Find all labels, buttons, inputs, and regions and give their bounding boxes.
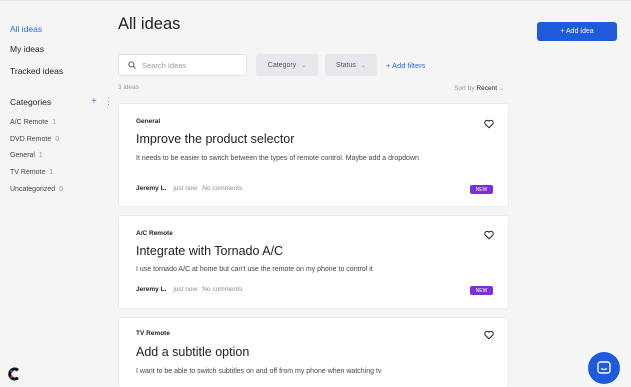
categories-heading: Categories [10,97,52,107]
idea-title[interactable]: Add a subtitle option [136,345,249,359]
sidebar-item-tracked-ideas[interactable]: Tracked ideas [10,66,63,76]
category-item[interactable]: Uncategorized 0 [10,186,63,193]
chevron-down-icon: ⌄ [360,62,366,69]
chat-button[interactable] [588,352,620,384]
category-item[interactable]: A/C Remote 1 [10,119,56,126]
chevron-down-icon: ⌄ [301,62,307,69]
sidebar-item-all-ideas[interactable]: All ideas [10,24,42,34]
idea-description: I want to be able to switch subtitles on… [136,368,382,375]
category-label: TV Remote [10,169,46,176]
idea-category: TV Remote [136,330,170,337]
idea-category: A/C Remote [136,230,173,237]
search-icon [128,61,136,69]
sort-prefix: Sort by [454,85,475,92]
chat-icon [597,361,611,374]
status-filter-label: Status [336,61,356,69]
idea-card[interactable]: TV Remote Add a subtitle option I want t… [118,317,509,387]
new-badge: NEW [470,286,493,295]
page-title: All ideas [118,15,181,33]
heart-icon[interactable] [484,119,494,129]
category-filter[interactable]: Category ⌄ [256,54,318,76]
sidebar: All ideas My ideas Tracked ideas Categor… [0,0,113,387]
idea-card[interactable]: A/C Remote Integrate with Tornado A/C I … [118,215,509,309]
idea-meta: Jeremy L. just now No comments [136,185,242,192]
sort-control[interactable]: Sort by Recent ⌄ [454,84,504,92]
category-count: 1 [52,119,57,126]
category-filter-label: Category [267,61,297,69]
idea-meta: Jeremy L. just now No comments [136,286,242,293]
idea-card[interactable]: General Improve the product selector It … [118,103,509,207]
chevron-down-icon: ⌄ [498,85,505,92]
sidebar-item-my-ideas[interactable]: My ideas [10,44,44,54]
idea-category: General [136,118,161,125]
category-label: DVD Remote [10,136,52,143]
category-item[interactable]: TV Remote 1 [10,169,53,176]
search-input[interactable] [142,60,242,70]
category-count: 1 [38,152,43,159]
idea-title[interactable]: Improve the product selector [136,132,294,146]
search-box[interactable] [118,54,247,76]
add-idea-button[interactable]: + Add idea [537,22,617,41]
idea-description: It needs to be easier to switch between … [136,155,419,162]
category-count: 0 [55,136,60,143]
heart-icon[interactable] [484,230,494,240]
category-item[interactable]: DVD Remote 0 [10,136,59,143]
category-count: 1 [49,169,54,176]
sort-value: Recent [476,85,498,92]
new-badge: NEW [470,185,493,194]
idea-comments: No comments [202,185,243,192]
logo-icon [7,367,21,381]
category-label: A/C Remote [10,119,49,126]
category-item[interactable]: General 1 [10,152,43,159]
idea-author: Jeremy L. [136,185,167,192]
categories-more-icon[interactable]: ⋮ [104,96,113,106]
idea-title[interactable]: Integrate with Tornado A/C [136,244,283,258]
idea-author: Jeremy L. [136,286,167,293]
add-filters-link[interactable]: + Add filters [386,61,425,70]
category-count: 0 [59,186,64,193]
status-filter[interactable]: Status ⌄ [325,54,377,76]
category-label: General [10,152,35,159]
idea-time: just now [173,286,198,293]
add-category-button[interactable]: + [91,96,97,107]
idea-time: just now [173,185,198,192]
heart-icon[interactable] [484,330,494,340]
ideas-count: 3 ideas [118,84,139,91]
category-label: Uncategorized [10,186,56,193]
idea-comments: No comments [202,286,243,293]
idea-description: I use tornado A/C at home but can't use … [136,266,373,273]
